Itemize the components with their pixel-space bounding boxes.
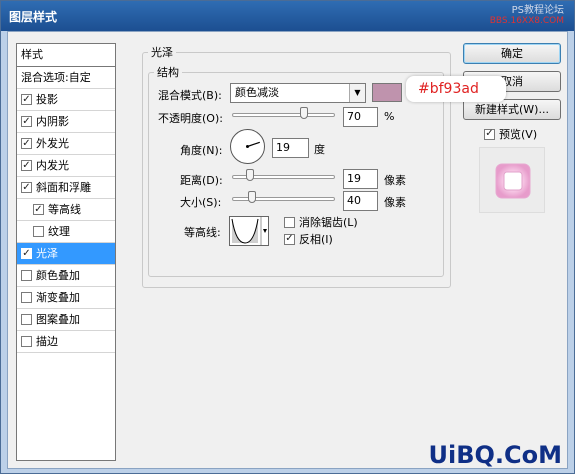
style-item[interactable]: ✓ 内发光 xyxy=(17,155,115,177)
style-preview xyxy=(479,147,545,213)
opacity-slider-track[interactable] xyxy=(232,113,335,117)
style-item-label: 图案叠加 xyxy=(36,312,80,326)
preview-thumbnail xyxy=(495,163,531,199)
dialog-title: 图层样式 xyxy=(9,10,58,24)
style-checkbox-icon[interactable] xyxy=(33,226,44,237)
styles-list: 样式 混合选项:自定 ✓ 投影 ✓ 内阴影 ✓ 外发光 ✓ 内发光 ✓ 斜面和浮雕 ✓ 等高线纹理 ✓ 光… xyxy=(16,43,116,461)
satin-color-swatch[interactable] xyxy=(372,83,402,102)
chevron-down-icon[interactable]: ▼ xyxy=(349,84,365,102)
style-item[interactable]: 纹理 xyxy=(17,221,115,243)
opacity-input[interactable]: 70 xyxy=(343,107,378,127)
preview-label: 预览(V) xyxy=(499,128,538,141)
contour-label: 等高线: xyxy=(184,226,221,239)
style-checkbox-icon[interactable]: ✓ xyxy=(21,160,32,171)
structure-group-title: 结构 xyxy=(154,64,182,80)
preview-checkbox[interactable]: ✓ 预览(V) xyxy=(484,126,537,142)
anti-alias-checkbox[interactable]: 消除锯齿(L) xyxy=(284,214,358,230)
layer-style-dialog: 图层样式 PS教程论坛 BBS.16XX8.COM 样式 混合选项:自定 ✓ 投影… xyxy=(0,0,575,474)
style-item-label: 投影 xyxy=(36,92,58,106)
style-checkbox-icon[interactable]: ✓ xyxy=(21,182,32,193)
opacity-slider-thumb[interactable] xyxy=(300,107,308,119)
style-checkbox-icon[interactable]: ✓ xyxy=(21,94,32,105)
styles-header[interactable]: 样式 xyxy=(17,44,115,67)
watermark-top: PS教程论坛 BBS.16XX8.COM xyxy=(490,5,564,27)
style-items: ✓ 投影 ✓ 内阴影 ✓ 外发光 ✓ 内发光 ✓ 斜面和浮雕 ✓ 等高线纹理 ✓ 光泽颜色叠加渐变叠加图案… xyxy=(17,89,115,353)
watermark-top-line2: BBS.16XX8.COM xyxy=(489,16,564,26)
new-style-button[interactable]: 新建样式(W)... xyxy=(463,99,561,120)
color-badge: #bf93ad xyxy=(406,76,506,102)
size-input[interactable]: 40 xyxy=(343,191,378,211)
style-item-label: 内发光 xyxy=(36,158,69,172)
style-item-label: 等高线 xyxy=(48,202,81,216)
style-item[interactable]: ✓ 光泽 xyxy=(17,243,115,265)
invert-label: 反相(I) xyxy=(299,233,333,246)
invert-checkbox[interactable]: ✓ 反相(I) xyxy=(284,231,333,247)
contour-curve-icon xyxy=(230,217,267,245)
style-item[interactable]: ✓ 外发光 xyxy=(17,133,115,155)
blend-mode-select[interactable]: 颜色减淡 ▼ xyxy=(230,83,366,103)
style-item-label: 光泽 xyxy=(36,246,58,260)
distance-unit: 像素 xyxy=(384,174,406,187)
size-slider-thumb[interactable] xyxy=(248,191,256,203)
watermark-bottom: UiBQ.CoM xyxy=(428,441,562,469)
watermark-top-line1: PS教程论坛 xyxy=(511,5,564,16)
style-checkbox-icon[interactable]: ✓ xyxy=(21,116,32,127)
style-item[interactable]: ✓ 内阴影 xyxy=(17,111,115,133)
style-item-label: 渐变叠加 xyxy=(36,290,80,304)
style-checkbox-icon[interactable]: ✓ xyxy=(33,204,44,215)
distance-input[interactable]: 19 xyxy=(343,169,378,189)
angle-dial-hand xyxy=(246,141,260,148)
distance-slider-thumb[interactable] xyxy=(246,169,254,181)
satin-group-title: 光泽 xyxy=(148,44,176,60)
angle-dial[interactable] xyxy=(230,129,265,164)
style-item-label: 纹理 xyxy=(48,224,70,238)
opacity-label: 不透明度(O): xyxy=(158,112,223,125)
distance-label: 距离(D): xyxy=(180,174,223,187)
style-item[interactable]: ✓ 等高线 xyxy=(17,199,115,221)
style-item-label: 内阴影 xyxy=(36,114,69,128)
blend-mode-label: 混合模式(B): xyxy=(158,89,222,102)
style-checkbox-icon[interactable] xyxy=(21,336,32,347)
style-checkbox-icon[interactable]: ✓ xyxy=(21,138,32,149)
angle-label: 角度(N): xyxy=(180,144,223,157)
style-item[interactable]: 描边 xyxy=(17,331,115,353)
preview-check-icon[interactable]: ✓ xyxy=(484,128,495,140)
invert-check-icon[interactable]: ✓ xyxy=(284,233,295,245)
style-item[interactable]: 图案叠加 xyxy=(17,309,115,331)
angle-unit: 度 xyxy=(314,143,325,156)
style-item-label: 外发光 xyxy=(36,136,69,150)
style-item-label: 描边 xyxy=(36,334,58,348)
style-item[interactable]: 渐变叠加 xyxy=(17,287,115,309)
style-checkbox-icon[interactable] xyxy=(21,292,32,303)
size-label: 大小(S): xyxy=(180,196,222,209)
anti-alias-label: 消除锯齿(L) xyxy=(299,216,358,229)
style-item-label: 斜面和浮雕 xyxy=(36,180,91,194)
style-item[interactable]: 颜色叠加 xyxy=(17,265,115,287)
style-checkbox-icon[interactable]: ✓ xyxy=(21,248,32,259)
blend-options-item[interactable]: 混合选项:自定 xyxy=(17,67,115,89)
ok-button[interactable]: 确定 xyxy=(463,43,561,64)
contour-picker[interactable] xyxy=(229,216,269,246)
anti-alias-check-icon[interactable] xyxy=(284,216,295,228)
style-item[interactable]: ✓ 投影 xyxy=(17,89,115,111)
size-unit: 像素 xyxy=(384,196,406,209)
blend-mode-value: 颜色减淡 xyxy=(235,86,279,99)
style-checkbox-icon[interactable] xyxy=(21,270,32,281)
angle-input[interactable]: 19 xyxy=(272,138,309,158)
style-item-label: 颜色叠加 xyxy=(36,268,80,282)
opacity-unit: % xyxy=(384,110,395,123)
style-item[interactable]: ✓ 斜面和浮雕 xyxy=(17,177,115,199)
title-bar[interactable]: 图层样式 PS教程论坛 BBS.16XX8.COM xyxy=(1,1,574,31)
style-checkbox-icon[interactable] xyxy=(21,314,32,325)
